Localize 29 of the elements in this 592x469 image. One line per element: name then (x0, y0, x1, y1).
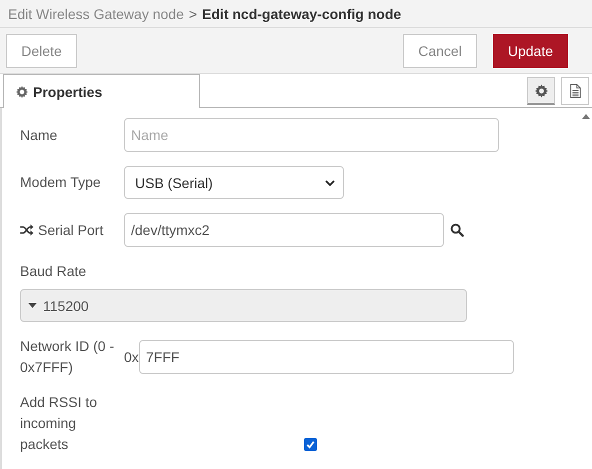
shuffle-icon (20, 224, 34, 236)
dialog-title: Edit ncd-gateway-config node (202, 6, 402, 22)
settings-icon (534, 84, 548, 98)
hex-prefix: 0x (124, 349, 139, 365)
gear-icon (16, 86, 28, 98)
field-label: Baud Rate (20, 262, 88, 281)
settings-tab[interactable] (527, 77, 555, 105)
name-field[interactable]: Name (124, 118, 499, 152)
network-id-field[interactable]: 7FFF (139, 340, 514, 374)
breadcrumb-separator: > (188, 6, 198, 22)
field-label: Name (20, 126, 58, 144)
caret-icon (28, 303, 37, 308)
field-label: Add RSSI to incoming packets (20, 393, 98, 454)
field-label: Network ID (0 - 0x7FFF) (20, 337, 116, 377)
chevron-icon (325, 180, 335, 186)
rssi-checkbox[interactable] (304, 438, 317, 451)
field-label: Serial Port (38, 220, 104, 240)
search-icon[interactable] (450, 223, 464, 237)
document-icon (568, 84, 582, 98)
serial-port-field[interactable]: /dev/ttymxc2 (124, 213, 444, 247)
properties-tab[interactable]: Properties (3, 74, 200, 108)
modem-type-dropdown[interactable]: USB (Serial) (124, 166, 344, 199)
field-label: Modem Type (20, 173, 102, 192)
update-button[interactable]: Update (492, 34, 568, 68)
scroll-up-icon[interactable] (582, 114, 590, 119)
delete-button[interactable]: Delete (6, 34, 77, 68)
info-tab[interactable] (561, 77, 589, 105)
baud-rate-field[interactable]: 115200 (20, 289, 467, 322)
cancel-button[interactable]: Cancel (403, 34, 477, 68)
